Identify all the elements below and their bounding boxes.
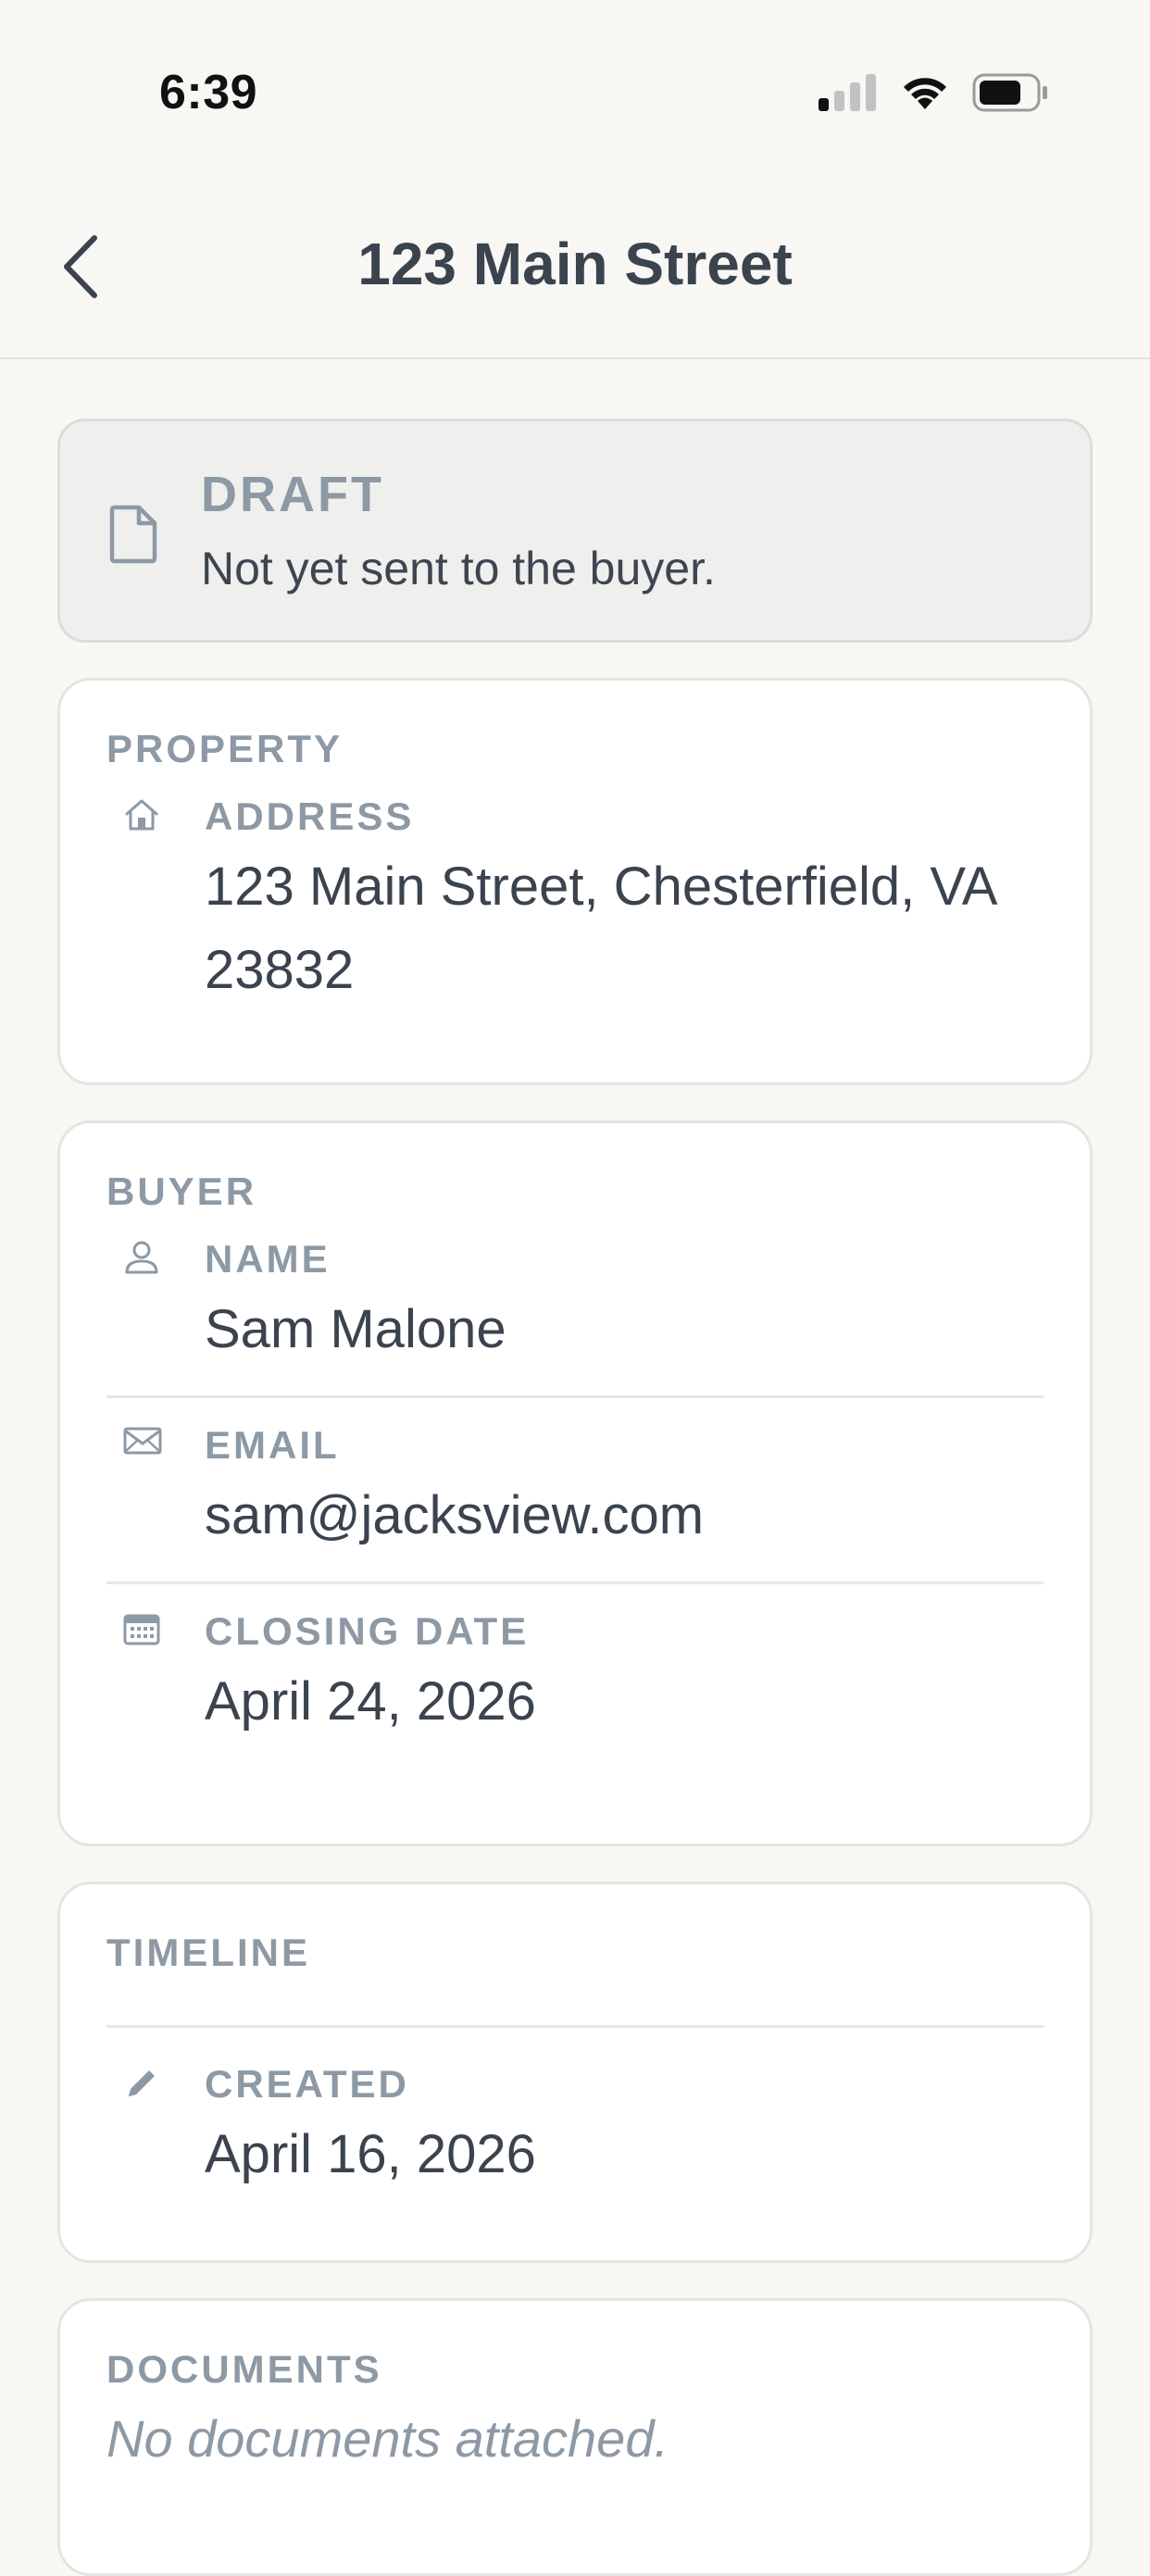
house-icon xyxy=(125,799,158,831)
documents-empty-text: No documents attached. xyxy=(106,2409,669,2468)
name-label: NAME xyxy=(205,1237,331,1281)
status-bar: 6:39 xyxy=(0,0,1150,176)
content: DRAFT Not yet sent to the buyer. PROPERT… xyxy=(57,419,1093,2576)
buyer-card: BUYER NAME Sam Malone EMAIL sam@jacksvie… xyxy=(57,1120,1093,1846)
card-title-buyer: BUYER xyxy=(106,1169,257,1213)
created-field: CREATED April 16, 2026 xyxy=(106,2028,1044,2220)
page-title: 123 Main Street xyxy=(357,231,793,297)
closing-date-value: April 24, 2026 xyxy=(205,1671,536,1732)
card-title-timeline: TIMELINE xyxy=(106,1931,310,1974)
status-banner: DRAFT Not yet sent to the buyer. xyxy=(57,419,1093,643)
cellular-signal-icon xyxy=(819,74,876,111)
timeline-card: TIMELINE CREATED April 16, 2026 xyxy=(57,1882,1093,2263)
created-value: April 16, 2026 xyxy=(205,2124,536,2184)
status-time: 6:39 xyxy=(159,66,258,119)
created-label: CREATED xyxy=(205,2062,409,2106)
address-value: 123 Main Street, Chesterfield, VA 23832 xyxy=(205,857,995,1000)
pencil-icon xyxy=(129,2070,155,2096)
property-card: PROPERTY ADDRESS 123 Main Street, Cheste… xyxy=(57,678,1093,1085)
email-value[interactable]: sam@jacksview.com xyxy=(205,1474,1044,1557)
closing-date-field: CLOSING DATE April 24, 2026 xyxy=(106,1582,1044,1768)
closing-date-label: CLOSING DATE xyxy=(205,1609,530,1653)
nav-bar: 123 Main Street xyxy=(0,176,1150,359)
envelope-icon xyxy=(123,1427,162,1455)
person-icon xyxy=(125,1241,158,1274)
documents-card: DOCUMENTS No documents attached. xyxy=(57,2298,1093,2576)
wifi-icon xyxy=(904,78,946,109)
address-label: ADDRESS xyxy=(205,794,415,838)
email-label: EMAIL xyxy=(205,1423,340,1467)
email-field: EMAIL sam@jacksview.com xyxy=(106,1395,1044,1582)
battery-icon xyxy=(972,73,1047,112)
card-title-documents: DOCUMENTS xyxy=(106,2347,382,2391)
calendar-icon xyxy=(123,1614,160,1645)
status-badge: DRAFT xyxy=(201,467,384,522)
document-icon xyxy=(109,505,157,564)
status-icons xyxy=(819,72,1048,113)
card-title-property: PROPERTY xyxy=(106,727,344,770)
address-field: ADDRESS 123 Main Street, Chesterfield, V… xyxy=(106,788,1044,1036)
name-field: NAME Sam Malone xyxy=(106,1231,1044,1395)
status-description: Not yet sent to the buyer. xyxy=(201,543,716,594)
name-value: Sam Malone xyxy=(205,1299,506,1359)
